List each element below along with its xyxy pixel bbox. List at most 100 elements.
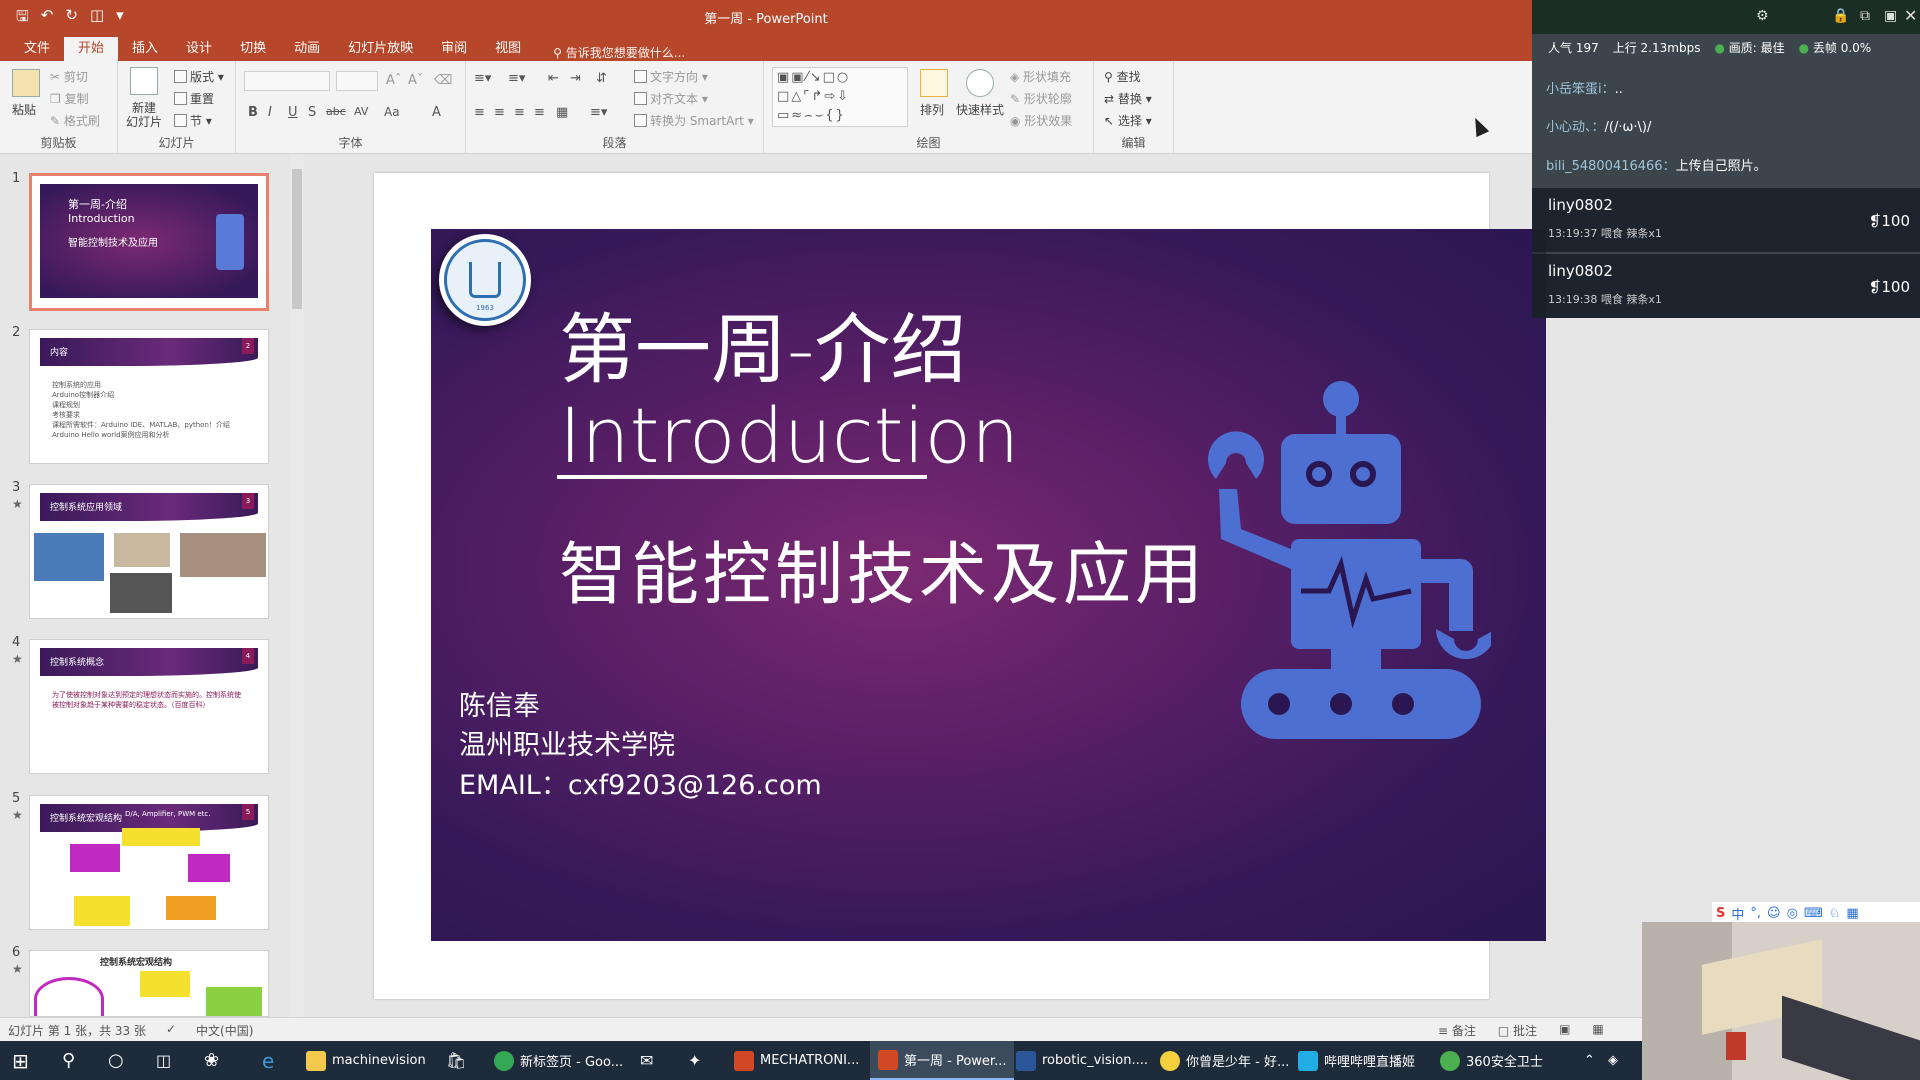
slide-page[interactable]: 1963 第一周-介绍 Introduction 智能控制技术及应用 陈信奉 温…: [374, 173, 1546, 999]
strikethrough-button[interactable]: abc: [326, 105, 346, 118]
shadow-button[interactable]: S: [308, 105, 316, 120]
quick-styles-icon[interactable]: [966, 69, 994, 97]
reset-button[interactable]: 重置: [174, 90, 214, 107]
comments-button[interactable]: □ 批注: [1498, 1022, 1537, 1039]
slide-email[interactable]: EMAIL：cxf9203@126.com: [459, 763, 822, 802]
paragraph-distribute-icon[interactable]: ≡▾: [590, 105, 607, 120]
lock-icon[interactable]: 🔒: [1832, 8, 1849, 24]
shrink-font-icon[interactable]: Aˇ: [408, 73, 423, 88]
popout-icon[interactable]: ⧉: [1860, 8, 1870, 24]
app-bird-icon[interactable]: ✦: [688, 1041, 701, 1080]
align-text-button[interactable]: 对齐文本 ▾: [634, 90, 708, 107]
change-case-button[interactable]: Aa: [384, 105, 400, 119]
store-icon[interactable]: 🛍: [446, 1041, 466, 1080]
thumbnail-slide-3[interactable]: 控制系统应用领域 3: [29, 484, 269, 619]
copy-button[interactable]: ❐ 复制: [50, 90, 89, 107]
font-color-button[interactable]: A: [432, 105, 441, 120]
find-button[interactable]: ⚲ 查找: [1104, 68, 1141, 85]
align-center-icon[interactable]: ≡: [494, 105, 505, 120]
replace-button[interactable]: ⇄ 替换 ▾: [1104, 90, 1152, 107]
normal-view-icon[interactable]: ▣: [1559, 1022, 1570, 1039]
taskbar-item-360[interactable]: 360安全卫士: [1440, 1041, 1543, 1080]
underline-button[interactable]: U: [288, 105, 298, 120]
char-spacing-button[interactable]: AV: [354, 105, 368, 118]
tab-transitions[interactable]: 切换: [226, 37, 280, 61]
paste-icon[interactable]: [12, 69, 40, 97]
thumbnail-slide-2[interactable]: 内容 2 控制系统的应用 Arduino控制器介绍 课程规划 考核要求 课程所需软件：…: [29, 329, 269, 464]
numbering-icon[interactable]: ≡▾: [508, 71, 525, 86]
columns-icon[interactable]: ▦: [556, 105, 568, 120]
tab-file[interactable]: 文件: [10, 37, 64, 61]
bullets-icon[interactable]: ≡▾: [474, 71, 491, 86]
tab-design[interactable]: 设计: [172, 37, 226, 61]
shapes-gallery[interactable]: ▣▣⁄↘□○ □△⌜↱⇨⇩ ▭≈⌢⌣{}: [772, 67, 908, 127]
paste-button[interactable]: 粘贴: [12, 101, 36, 118]
shape-outline-button[interactable]: ✎ 形状轮廓: [1010, 90, 1072, 107]
quick-styles-button[interactable]: 快速样式: [956, 101, 1004, 118]
taskbar-item-powerpoint-active[interactable]: 第一周 - Power...: [870, 1041, 1015, 1080]
align-left-icon[interactable]: ≡: [474, 105, 485, 120]
smartart-button[interactable]: 转换为 SmartArt ▾: [634, 112, 754, 129]
shape-effects-button[interactable]: ◉ 形状效果: [1010, 112, 1072, 129]
tray-chevron-icon[interactable]: ⌃: [1584, 1041, 1595, 1080]
tab-view[interactable]: 视图: [481, 37, 535, 61]
minimize-icon[interactable]: ▣: [1884, 8, 1897, 24]
tab-review[interactable]: 审阅: [427, 37, 481, 61]
justify-icon[interactable]: ≡: [534, 105, 545, 120]
slide-subtitle[interactable]: 智能控制技术及应用: [559, 519, 1207, 618]
mail-icon[interactable]: ✉: [640, 1041, 653, 1080]
slide-sorter-icon[interactable]: ▦: [1592, 1022, 1603, 1039]
tab-insert[interactable]: 插入: [118, 37, 172, 61]
thumbnail-scrollbar[interactable]: [290, 155, 304, 1017]
search-icon[interactable]: ⚲: [62, 1041, 75, 1080]
taskbar-item-mechatronics[interactable]: MECHATRONI...: [734, 1041, 859, 1080]
slide-school[interactable]: 温州职业技术学院: [459, 723, 675, 762]
font-size-select[interactable]: [336, 71, 378, 91]
new-slide-button[interactable]: 新建 幻灯片: [126, 101, 162, 129]
taskbar-item-bilibili[interactable]: 哔哩哔哩直播姬: [1298, 1041, 1415, 1080]
section-button[interactable]: 节 ▾: [174, 112, 212, 129]
shape-fill-button[interactable]: ◈ 形状填充: [1010, 68, 1071, 85]
bold-button[interactable]: B: [248, 105, 258, 120]
format-painter-button[interactable]: ✎ 格式刷: [50, 112, 100, 129]
font-family-select[interactable]: [244, 71, 330, 91]
arrange-button[interactable]: 排列: [920, 101, 944, 118]
new-slide-icon[interactable]: [130, 67, 158, 95]
app-pinned-icon[interactable]: ❀: [204, 1041, 219, 1080]
thumbnail-slide-5[interactable]: 控制系统宏观结构 5 D/A, Amplifier, PWM etc.: [29, 795, 269, 930]
italic-button[interactable]: I: [268, 105, 272, 120]
thumbnail-slide-4[interactable]: 控制系统概念 4 为了使被控制对象达到预定的理想状态而实施的。控制系统使被控制对…: [29, 639, 269, 774]
windows-start-icon[interactable]: ⊞: [12, 1041, 29, 1080]
task-view-icon[interactable]: ◫: [156, 1041, 171, 1080]
taskbar-item-robotic-vision[interactable]: robotic_vision....: [1016, 1041, 1148, 1080]
slide-author[interactable]: 陈信奉: [459, 684, 540, 723]
notes-button[interactable]: ≡ 备注: [1438, 1022, 1476, 1039]
ime-toolbar[interactable]: S 中 °, ☺ ◎ ⌨ ♘ ▦: [1712, 902, 1920, 924]
close-icon[interactable]: ✕: [1904, 6, 1917, 25]
edge-icon[interactable]: e: [262, 1041, 274, 1080]
taskbar-item-chrome[interactable]: 新标签页 - Goo...: [494, 1041, 623, 1080]
spellcheck-icon[interactable]: ✓: [166, 1022, 176, 1039]
settings-icon[interactable]: ⚙: [1756, 8, 1769, 24]
text-direction-button[interactable]: 文字方向 ▾: [634, 68, 708, 85]
tray-app-icon[interactable]: ◈: [1608, 1041, 1618, 1080]
thumbnail-slide-6[interactable]: 控制系统宏观结构: [29, 950, 269, 1017]
align-right-icon[interactable]: ≡: [514, 105, 525, 120]
slide-title[interactable]: 第一周-介绍 Introduction: [559, 307, 1019, 479]
tab-animations[interactable]: 动画: [280, 37, 334, 61]
clear-format-icon[interactable]: ⌫: [434, 73, 452, 88]
taskbar-item-machinevision[interactable]: machinevision: [306, 1041, 426, 1080]
cut-button[interactable]: ✂ 剪切: [50, 68, 88, 85]
scrollbar-thumb[interactable]: [292, 169, 302, 309]
language-indicator[interactable]: 中文(中国): [196, 1022, 253, 1039]
tab-slideshow[interactable]: 幻灯片放映: [334, 37, 427, 61]
cortana-icon[interactable]: ○: [108, 1041, 124, 1080]
decrease-indent-icon[interactable]: ⇤: [548, 71, 559, 86]
tab-home[interactable]: 开始: [64, 37, 119, 61]
thumbnail-slide-1[interactable]: 第一周-介绍 Introduction 智能控制技术及应用: [29, 173, 269, 311]
taskbar-item-music[interactable]: 你曾是少年 - 好...: [1160, 1041, 1289, 1080]
arrange-icon[interactable]: [920, 69, 948, 97]
layout-button[interactable]: 版式 ▾: [174, 68, 224, 85]
increase-indent-icon[interactable]: ⇥: [570, 71, 581, 86]
line-spacing-icon[interactable]: ⇵: [596, 71, 607, 86]
